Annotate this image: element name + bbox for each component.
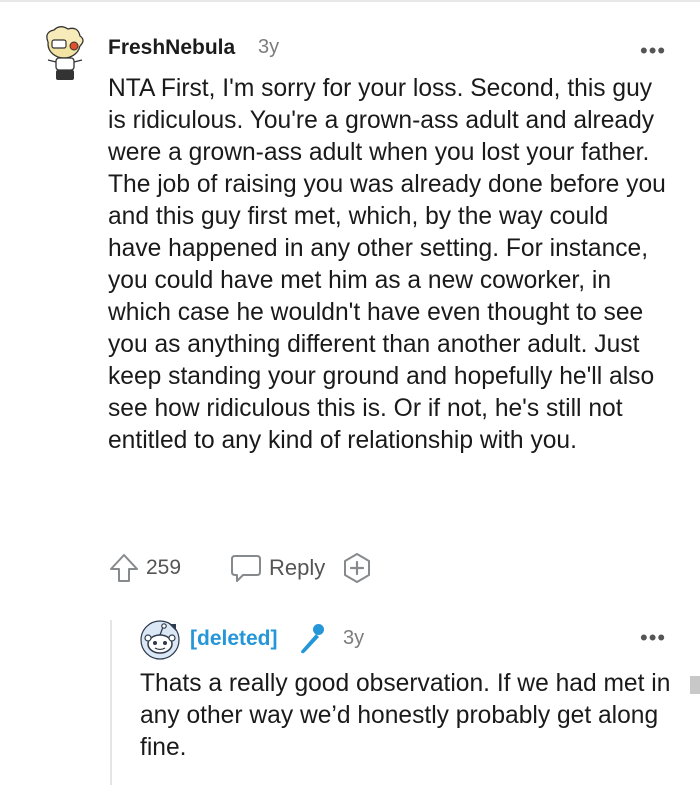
thread-line[interactable] (110, 620, 112, 785)
chat-bubble-icon (231, 555, 262, 582)
reply-label: Reply (269, 555, 326, 580)
comment-author[interactable]: FreshNebula (108, 36, 235, 60)
more-horizontal-icon[interactable]: ••• (640, 38, 666, 64)
upvote-button[interactable]: 259 (108, 552, 181, 584)
more-horizontal-icon[interactable]: ••• (640, 625, 666, 651)
comment-body: NTA First, I'm sorry for your loss. Seco… (108, 75, 666, 454)
reply-avatar-icon[interactable] (140, 620, 180, 660)
upvote-arrow-icon (110, 554, 138, 582)
comment-age: 3y (258, 36, 280, 58)
reply-age: 3y (343, 627, 365, 649)
reply-author[interactable]: [deleted] (190, 627, 278, 651)
comment-thread: FreshNebula 3y ••• NTA First, I'm sorry … (0, 0, 700, 785)
reply-body: Thats a really good observation. If we h… (140, 670, 671, 761)
award-plus-icon[interactable] (341, 552, 373, 584)
reply-button[interactable]: Reply (229, 552, 325, 584)
divider (0, 0, 700, 2)
user-avatar-icon[interactable] (34, 24, 96, 86)
microphone-icon (301, 624, 324, 654)
scroll-indicator (690, 676, 700, 694)
vote-count: 259 (146, 556, 182, 579)
comment-actions: 259 Reply (108, 548, 373, 588)
